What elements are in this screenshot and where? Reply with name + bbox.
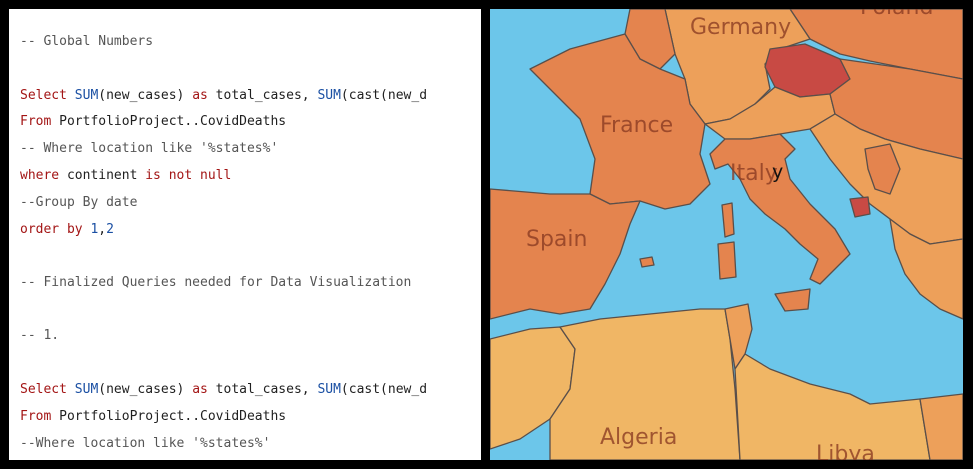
code-token: -- 1. bbox=[20, 328, 60, 343]
code-line[interactable]: From PortfolioProject..CovidDeaths bbox=[20, 114, 286, 130]
map-label-italy: Italy bbox=[730, 161, 778, 186]
code-token: -- Finalized Queries needed for Data Vis… bbox=[20, 275, 412, 290]
code-token: 2 bbox=[106, 222, 114, 237]
code-token: Select bbox=[20, 88, 75, 103]
sardinia-region bbox=[717, 241, 737, 280]
code-token: SUM bbox=[317, 382, 341, 397]
map-label-spain: Spain bbox=[526, 227, 588, 252]
code-token: PortfolioProject..CovidDeaths bbox=[51, 114, 287, 129]
code-token: total_cases, bbox=[207, 382, 318, 397]
sql-editor-panel[interactable]: -- Global Numbers Select SUM(new_cases) a… bbox=[9, 9, 481, 460]
code-line[interactable]: -- Where location like '%states%' bbox=[20, 141, 278, 157]
code-token: SUM bbox=[74, 88, 99, 103]
balearic-islands bbox=[639, 256, 655, 268]
code-token: From bbox=[20, 114, 52, 129]
code-token: --Group By date bbox=[20, 195, 138, 210]
code-token: PortfolioProject..CovidDeaths bbox=[51, 409, 287, 424]
code-line[interactable]: -- Global Numbers bbox=[20, 34, 153, 50]
code-token: SUM bbox=[317, 88, 341, 103]
code-token: Select bbox=[20, 382, 75, 397]
code-token: (new_cases) bbox=[98, 88, 193, 103]
map-label-poland: Poland bbox=[860, 9, 933, 20]
code-token: as bbox=[192, 88, 208, 103]
code-token: (new_cases) bbox=[98, 382, 193, 397]
code-token: (cast(new_d bbox=[340, 382, 428, 397]
code-line[interactable]: -- Finalized Queries needed for Data Vis… bbox=[20, 275, 411, 291]
map-label-germany: Germany bbox=[690, 15, 792, 40]
map-label-algeria: Algeria bbox=[600, 425, 678, 450]
code-line[interactable]: From PortfolioProject..CovidDeaths bbox=[20, 409, 286, 425]
map-label-libya: Libya bbox=[816, 442, 875, 460]
code-token: --Where location like '%states%' bbox=[20, 436, 271, 451]
code-line[interactable]: --Where location like '%states%' bbox=[20, 436, 270, 452]
code-token: is not null bbox=[145, 168, 232, 183]
text-cursor-glyph: y bbox=[772, 161, 784, 183]
map-label-france: France bbox=[600, 113, 674, 138]
code-token: -- Where location like '%states%' bbox=[20, 141, 279, 156]
code-token: continent bbox=[59, 168, 146, 183]
code-line[interactable]: where continent is not null bbox=[20, 168, 231, 184]
code-line[interactable]: --Group By date bbox=[20, 195, 137, 211]
code-token: where bbox=[20, 168, 60, 183]
code-token: as bbox=[192, 382, 208, 397]
code-line[interactable]: order by 1,2 bbox=[20, 222, 114, 238]
code-line[interactable]: -- 1. bbox=[20, 328, 59, 344]
code-line[interactable]: Select SUM(new_cases) as total_cases, SU… bbox=[20, 88, 427, 104]
covid-map-panel[interactable]: Germany France Italy Spain Algeria Libya… bbox=[490, 9, 963, 460]
code-token: , bbox=[98, 222, 107, 237]
code-token: SUM bbox=[74, 382, 99, 397]
code-token: (cast(new_d bbox=[340, 88, 428, 103]
code-token: total_cases, bbox=[207, 88, 318, 103]
code-token: -- Global Numbers bbox=[20, 34, 154, 49]
code-line[interactable]: Select SUM(new_cases) as total_cases, SU… bbox=[20, 382, 427, 398]
code-token: order by bbox=[20, 222, 91, 237]
code-token: From bbox=[20, 409, 52, 424]
